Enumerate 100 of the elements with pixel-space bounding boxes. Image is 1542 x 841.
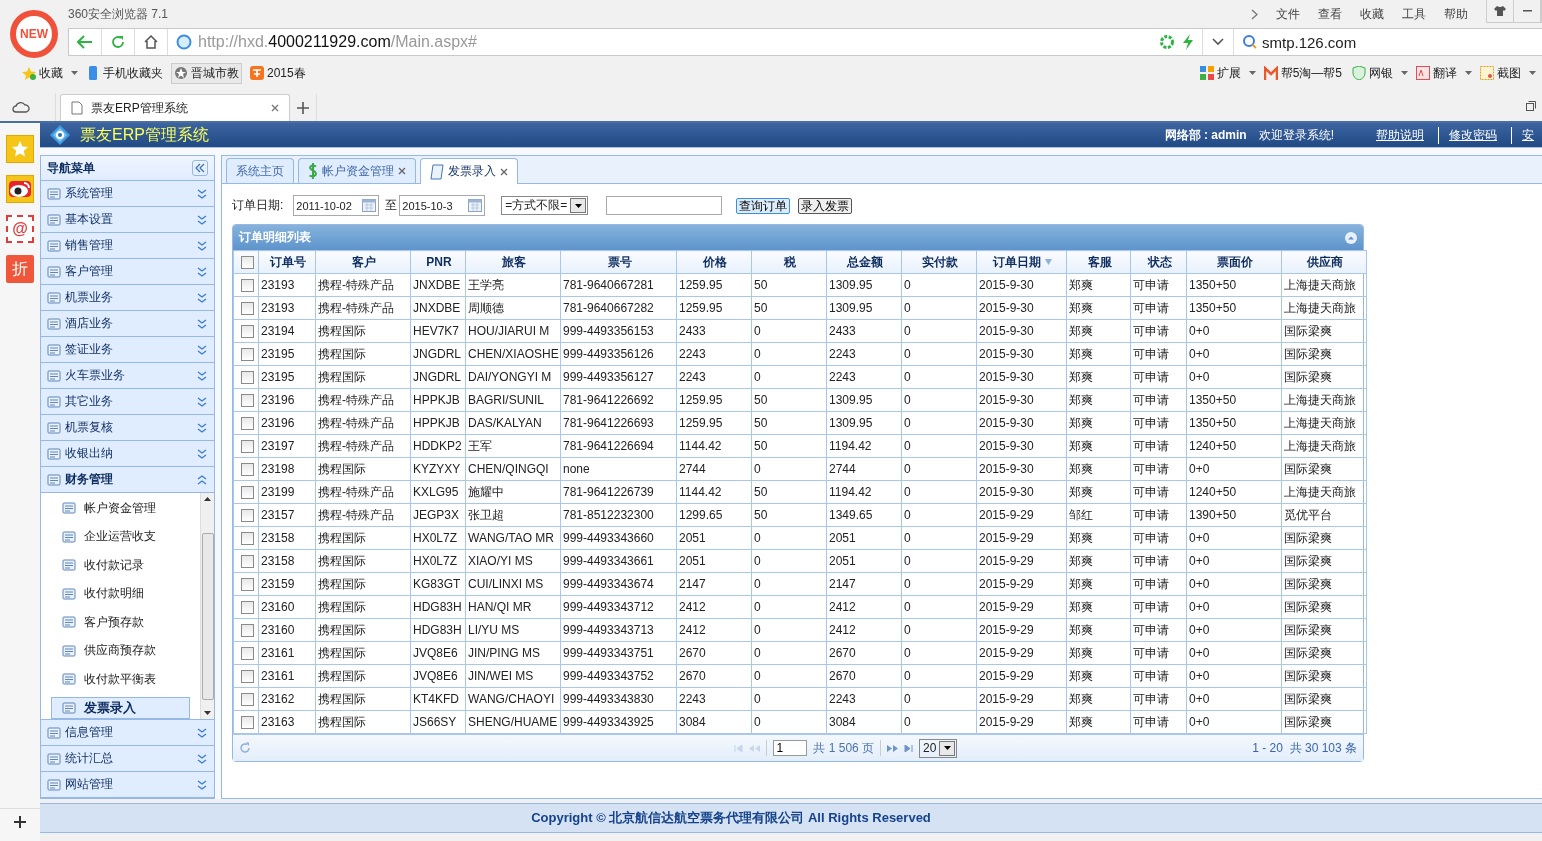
row-checkbox[interactable]: [240, 485, 254, 499]
menu-section[interactable]: 财务管理: [41, 467, 214, 493]
chevron-down-icon[interactable]: [196, 778, 208, 791]
chevron-down-icon[interactable]: [196, 213, 208, 226]
select-all-checkbox[interactable]: [240, 255, 254, 269]
scrollbar[interactable]: [200, 493, 214, 719]
url-text[interactable]: http://hxd.4000211929.com/Main.aspx#: [198, 33, 477, 51]
page-field[interactable]: 1: [773, 740, 808, 756]
tab[interactable]: 系统主页: [226, 158, 294, 183]
row-checkbox[interactable]: [240, 577, 254, 591]
chevron-right-icon[interactable]: [1251, 8, 1258, 20]
window-icon[interactable]: [1526, 100, 1536, 111]
caret-icon[interactable]: [1529, 71, 1536, 75]
mail-button[interactable]: @: [6, 215, 34, 243]
tab[interactable]: 发票录入: [420, 158, 518, 184]
header-link[interactable]: 帮助说明: [1370, 126, 1432, 144]
chevron-down-icon[interactable]: [196, 421, 208, 434]
row-checkbox[interactable]: [240, 370, 254, 384]
menu-item[interactable]: 文件: [1276, 5, 1300, 23]
date-field[interactable]: 2015-10-3: [399, 195, 486, 216]
next-page-icon[interactable]: [887, 744, 899, 752]
dropdown-button[interactable]: [1202, 29, 1234, 55]
bookmark[interactable]: 2015春: [248, 63, 308, 83]
toolbar-item[interactable]: 翻译: [1414, 63, 1459, 83]
menu-section[interactable]: 网站管理: [41, 772, 214, 798]
row-checkbox[interactable]: [240, 393, 254, 407]
search-field[interactable]: [606, 196, 723, 215]
submenu-item[interactable]: 收付款明细: [51, 582, 190, 605]
chevron-up-icon[interactable]: [196, 473, 208, 486]
last-page-icon[interactable]: [904, 744, 914, 752]
bookmark[interactable]: 收藏: [20, 63, 65, 83]
column-header[interactable]: 税: [784, 253, 796, 271]
row-checkbox[interactable]: [240, 278, 254, 292]
menu-section[interactable]: 客户管理: [41, 259, 214, 285]
submenu-item[interactable]: 收付款记录: [51, 554, 190, 577]
row-checkbox[interactable]: [240, 669, 254, 683]
method-select[interactable]: =方式不限=: [501, 196, 589, 215]
chevron-down-icon[interactable]: [196, 291, 208, 304]
chevron-down-icon[interactable]: [196, 343, 208, 356]
row-checkbox[interactable]: [240, 646, 254, 660]
new-logo[interactable]: NEW: [10, 10, 58, 58]
chevron-down-icon[interactable]: [196, 395, 208, 408]
row-checkbox[interactable]: [240, 554, 254, 568]
close-icon[interactable]: [500, 167, 508, 176]
row-checkbox[interactable]: [240, 301, 254, 315]
caret-icon[interactable]: [1248, 71, 1256, 75]
menu-section[interactable]: 收银出纳: [41, 441, 214, 467]
bookmark[interactable]: 手机收藏夹: [84, 63, 165, 83]
tab[interactable]: 帐户资金管理: [298, 158, 416, 183]
row-checkbox[interactable]: [240, 324, 254, 338]
row-checkbox[interactable]: [240, 347, 254, 361]
toolbar-item[interactable]: 帮5淘—帮5: [1261, 63, 1344, 83]
collapse-button[interactable]: [192, 160, 208, 176]
favorites-button[interactable]: [6, 135, 34, 163]
submenu-item[interactable]: 客户预存款: [51, 611, 190, 634]
toolbar-item[interactable]: 截图: [1478, 63, 1523, 83]
submenu-item[interactable]: 帐户资金管理: [51, 497, 190, 520]
row-checkbox[interactable]: [240, 531, 254, 545]
scroll-thumb[interactable]: [201, 532, 214, 700]
date-field[interactable]: 2011-10-02: [293, 195, 380, 216]
menu-section[interactable]: 酒店业务: [41, 311, 214, 337]
caret-icon[interactable]: [71, 71, 78, 75]
menu-item[interactable]: 工具: [1402, 5, 1426, 23]
chevron-down-icon[interactable]: [196, 726, 208, 739]
menu-item[interactable]: 帮助: [1444, 5, 1468, 23]
submenu-item[interactable]: 企业运营收支: [51, 525, 190, 548]
row-checkbox[interactable]: [240, 623, 254, 637]
caret-icon[interactable]: [1465, 71, 1472, 75]
row-checkbox[interactable]: [240, 416, 254, 430]
menu-section[interactable]: 机票业务: [41, 285, 214, 311]
row-checkbox[interactable]: [240, 715, 254, 729]
toolbar-item[interactable]: 网银: [1350, 63, 1395, 83]
address-bar[interactable]: http://hxd.4000211929.com/Main.aspx# smtp.126.com: [68, 28, 1542, 56]
refresh-icon[interactable]: [239, 742, 251, 754]
query-button[interactable]: 查询订单: [736, 197, 791, 214]
submenu-item[interactable]: 供应商预存款: [51, 639, 190, 662]
row-checkbox[interactable]: [240, 462, 254, 476]
chevron-down-icon[interactable]: [196, 239, 208, 252]
chevron-down-icon[interactable]: [196, 369, 208, 382]
toolbar-item[interactable]: 扩展: [1197, 63, 1243, 83]
menu-item[interactable]: 收藏: [1360, 5, 1384, 23]
menu-item[interactable]: 查看: [1318, 5, 1342, 23]
close-icon[interactable]: [398, 167, 406, 175]
column-header[interactable]: 客户: [352, 253, 376, 271]
menu-section[interactable]: 火车票业务: [41, 363, 214, 389]
row-checkbox[interactable]: [240, 600, 254, 614]
menu-section[interactable]: 信息管理: [41, 720, 214, 746]
weibo-button[interactable]: [6, 175, 34, 203]
chevron-down-icon[interactable]: [196, 447, 208, 460]
menu-section[interactable]: 基本设置: [41, 207, 214, 233]
chevron-down-icon[interactable]: [196, 187, 208, 200]
search-field[interactable]: smtp.126.com: [1234, 33, 1542, 51]
page-size-select[interactable]: 20: [919, 738, 958, 758]
menu-section[interactable]: 销售管理: [41, 233, 214, 259]
row-checkbox[interactable]: [240, 439, 254, 453]
chevron-down-icon[interactable]: [196, 752, 208, 765]
browser-tab[interactable]: 票友ERP管理系统: [60, 94, 290, 121]
chevron-down-icon[interactable]: [196, 317, 208, 330]
menu-section[interactable]: 统计汇总: [41, 746, 214, 772]
chevron-down-icon[interactable]: [196, 265, 208, 278]
